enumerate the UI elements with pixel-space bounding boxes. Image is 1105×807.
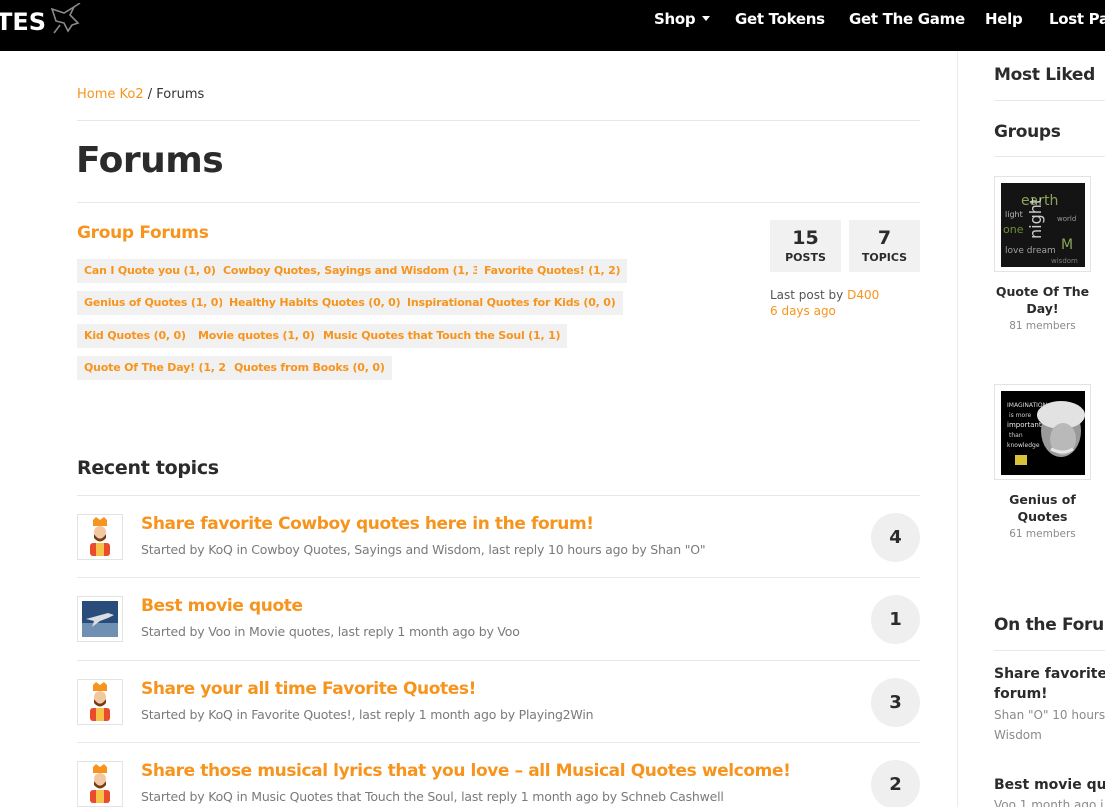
forum-tag-music-quotes[interactable]: Music Quotes that Touch the Soul (1, 1)	[316, 324, 568, 348]
recent-topics-title: Recent topics	[77, 457, 219, 479]
group-member-count: 61 members	[1009, 528, 1076, 540]
svg-text:light: light	[1005, 210, 1023, 219]
posts-stat: 15 POSTS	[770, 220, 841, 272]
topic-row: Share those musical lyrics that you love…	[77, 742, 920, 807]
svg-text:is more: is more	[1009, 412, 1032, 419]
king-avatar-icon[interactable]	[77, 761, 123, 807]
sidebar-topic-meta-line: Wisdom	[994, 728, 1042, 742]
topics-stat: 7 TOPICS	[849, 220, 920, 272]
page-title: Forums	[76, 140, 224, 181]
topic-meta: Started by KoQ in Favorite Quotes!, last…	[141, 707, 594, 722]
forum-tag-inspirational-kids[interactable]: Inspirational Quotes for Kids (0, 0)	[400, 291, 623, 315]
nav-help[interactable]: Help	[985, 10, 1023, 28]
topic-title-link[interactable]: Share your all time Favorite Quotes!	[141, 679, 476, 699]
unicorn-logo-icon[interactable]	[48, 3, 82, 35]
posts-count: 15	[792, 227, 819, 249]
king-avatar-icon[interactable]	[77, 679, 123, 725]
most-liked-heading: Most Liked	[994, 65, 1095, 85]
svg-text:night: night	[1026, 198, 1045, 239]
topic-title-link[interactable]: Share favorite Cowboy quotes here in the…	[141, 514, 594, 534]
reply-count-badge: 4	[871, 513, 920, 562]
forum-tag-genius-of-quotes[interactable]: Genius of Quotes (1, 0)	[77, 291, 231, 315]
breadcrumb-separator: /	[143, 87, 157, 102]
svg-text:wisdom: wisdom	[1051, 257, 1078, 265]
forum-tag-quotes-from-books[interactable]: Quotes from Books (0, 0)	[227, 356, 392, 380]
group-forums-title: Group Forums	[77, 223, 209, 243]
svg-text:IMAGINATION: IMAGINATION	[1007, 402, 1047, 409]
topic-title-link[interactable]: Best movie quote	[141, 596, 303, 616]
sidebar-topic-link[interactable]: Best movie quo	[994, 775, 1105, 795]
posts-label: POSTS	[785, 251, 826, 264]
divider	[994, 100, 1105, 101]
svg-text:one: one	[1003, 223, 1024, 236]
word-cloud-thumbnail: earth light night one world M love dream…	[1001, 183, 1085, 267]
divider	[994, 650, 1105, 651]
topic-title-link[interactable]: Share those musical lyrics that you love…	[141, 761, 791, 781]
forum-tag-cowboy-quotes[interactable]: Cowboy Quotes, Sayings and Wisdom (1, 3)	[216, 259, 492, 283]
group-name-link[interactable]: Genius of Quotes	[994, 491, 1091, 525]
svg-text:love dream: love dream	[1005, 246, 1056, 256]
nav-shop[interactable]: Shop	[654, 10, 711, 28]
topics-label: TOPICS	[861, 251, 908, 264]
svg-text:important: important	[1007, 421, 1042, 429]
breadcrumb-current: Forums	[156, 87, 205, 102]
forum-tag-movie-quotes[interactable]: Movie quotes (1, 0)	[191, 324, 322, 348]
forum-tag-quote-of-the-day[interactable]: Quote Of The Day! (1, 2)	[77, 356, 238, 380]
topic-meta: Started by KoQ in Cowboy Quotes, Sayings…	[141, 542, 706, 557]
brand-name[interactable]: TES	[0, 8, 46, 36]
divider	[77, 120, 920, 121]
reply-count-badge: 2	[871, 760, 920, 807]
reply-count-badge: 3	[871, 678, 920, 727]
svg-text:knowledge: knowledge	[1007, 442, 1040, 449]
sidebar-topic-link[interactable]: Share favorite forum!	[994, 664, 1105, 704]
forum-tag-kid-quotes[interactable]: Kid Quotes (0, 0)	[77, 324, 193, 348]
chevron-down-icon	[702, 16, 711, 21]
svg-text:than: than	[1009, 432, 1023, 439]
group-name-link[interactable]: Quote Of The Day!	[994, 283, 1091, 317]
last-post-user-link[interactable]: D400	[847, 288, 879, 302]
sidebar-topic-title-line: Share favorite	[994, 666, 1105, 682]
breadcrumb-home-link[interactable]: Home Ko2	[77, 87, 144, 102]
topic-meta: Started by Voo in Movie quotes, last rep…	[141, 624, 520, 639]
groups-heading: Groups	[994, 122, 1061, 142]
sidebar-topic-meta: Shan "O" 10 hours a Wisdom	[994, 705, 1105, 745]
reply-count-badge: 1	[871, 595, 920, 644]
topic-row: Best movie quote Started by Voo in Movie…	[77, 577, 920, 659]
topic-meta: Started by KoQ in Music Quotes that Touc…	[141, 789, 724, 804]
svg-text:M: M	[1061, 237, 1073, 253]
divider	[994, 156, 1105, 157]
nav-get-the-game[interactable]: Get The Game	[849, 10, 965, 28]
sidebar-separator	[957, 51, 958, 807]
on-the-forum-heading: On the Forur	[994, 615, 1105, 635]
last-post-time-link[interactable]: 6 days ago	[770, 304, 836, 318]
einstein-thumbnail: IMAGINATION is more important than knowl…	[1001, 391, 1085, 475]
jet-avatar-icon[interactable]	[77, 596, 123, 642]
nav-get-tokens[interactable]: Get Tokens	[735, 10, 825, 28]
nav-lost-password[interactable]: Lost Pas	[1049, 10, 1105, 28]
divider	[77, 202, 920, 203]
group-thumbnail-quote-of-the-day[interactable]: earth light night one world M love dream…	[994, 176, 1091, 272]
sidebar-topic-meta-line: Shan "O" 10 hours a	[994, 708, 1105, 722]
sidebar-topic-title-line: forum!	[994, 686, 1048, 702]
svg-text:world: world	[1057, 215, 1076, 223]
forum-tag-healthy-habits[interactable]: Healthy Habits Quotes (0, 0)	[222, 291, 408, 315]
king-avatar-icon[interactable]	[77, 514, 123, 560]
breadcrumb: Home Ko2 / Forums	[77, 87, 204, 102]
group-member-count: 81 members	[1009, 320, 1076, 332]
top-navigation-bar: TES Shop Get Tokens Get The Game Help Lo…	[0, 0, 1105, 51]
forum-tag-can-i-quote-you[interactable]: Can I Quote you (1, 0)	[77, 259, 223, 283]
forum-tag-favorite-quotes[interactable]: Favorite Quotes! (1, 2)	[477, 259, 628, 283]
last-post-prefix: Last post by	[770, 288, 848, 302]
last-post-info: Last post by D400 6 days ago	[770, 287, 879, 319]
group-thumbnail-genius-of-quotes[interactable]: IMAGINATION is more important than knowl…	[994, 384, 1091, 480]
topic-row: Share favorite Cowboy quotes here in the…	[77, 495, 920, 577]
topic-row: Share your all time Favorite Quotes! Sta…	[77, 660, 920, 742]
topics-count: 7	[877, 227, 892, 249]
sidebar-topic-meta: Voo 1 month ago i	[994, 798, 1104, 807]
